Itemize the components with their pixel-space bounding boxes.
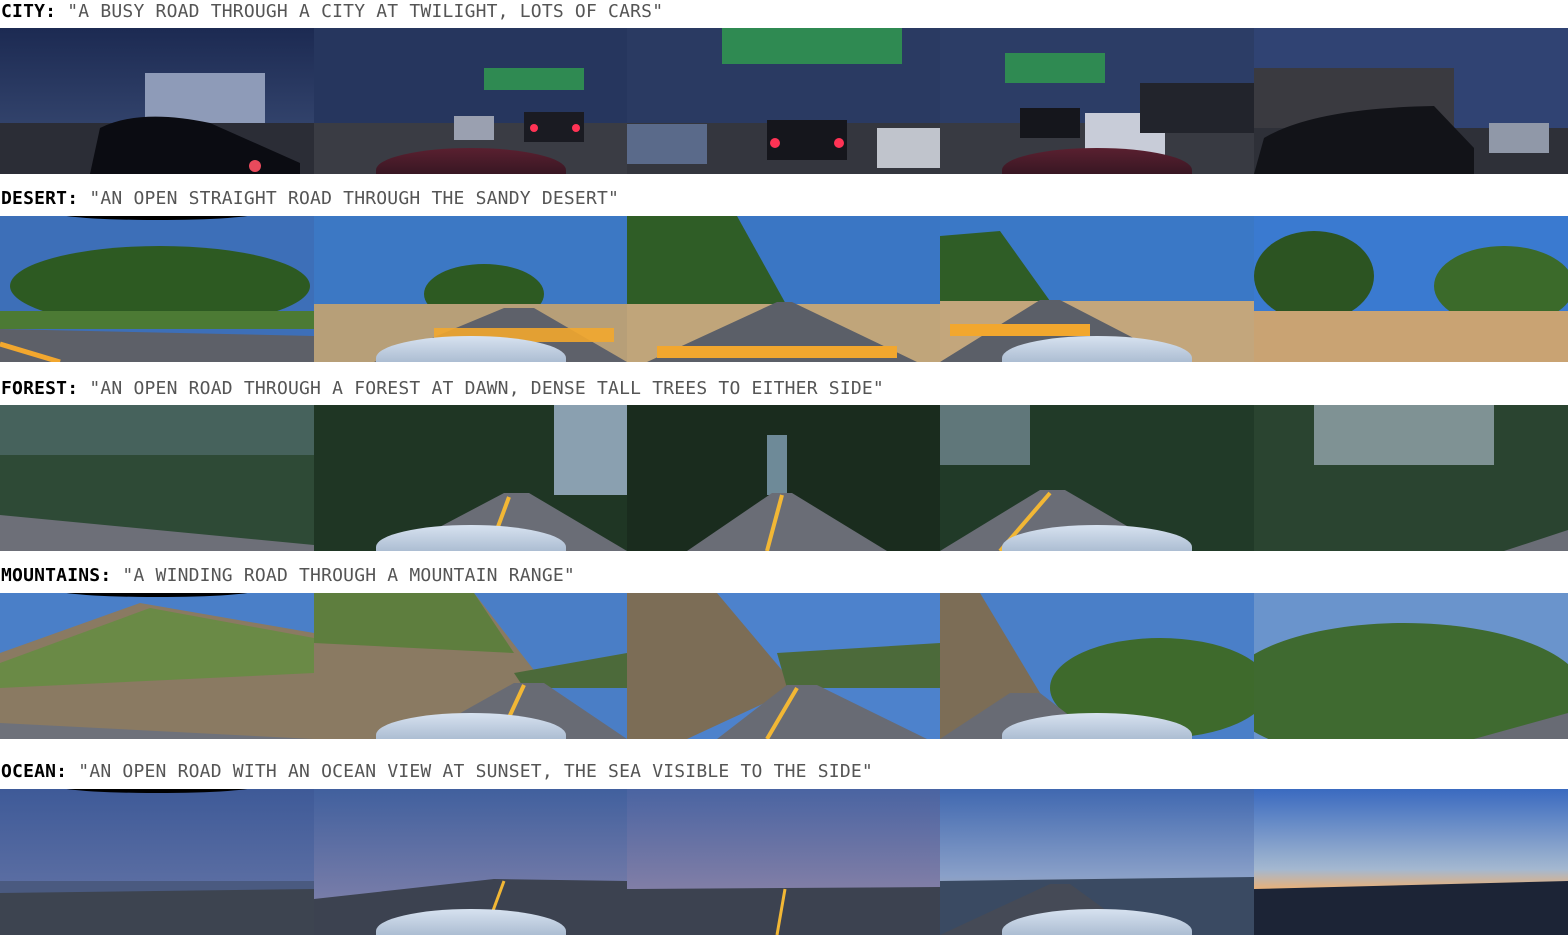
scene-prompt: "A WINDING ROAD THROUGH A MOUNTAIN RANGE…	[122, 565, 575, 586]
frame-ocean-5	[1254, 789, 1568, 935]
frame-city-1	[0, 28, 314, 174]
frame-city-5	[1254, 28, 1568, 174]
frame-desert-2	[314, 216, 627, 362]
frame-city-2	[314, 28, 627, 174]
frame-forest-5	[1254, 405, 1568, 551]
image-strip-forest	[0, 405, 1568, 551]
image-strip-city	[0, 28, 1568, 174]
image-strip-ocean	[0, 789, 1568, 935]
scene-name: MOUNTAINS:	[1, 565, 112, 586]
scene-prompt: "A BUSY ROAD THROUGH A CITY AT TWILIGHT,…	[67, 1, 664, 22]
row-label-desert: DESERT: "AN OPEN STRAIGHT ROAD THROUGH T…	[1, 187, 619, 211]
frame-forest-4	[940, 405, 1254, 551]
frame-mountains-3	[627, 593, 940, 739]
frame-mountains-4	[940, 593, 1254, 739]
scene-prompt: "AN OPEN ROAD THROUGH A FOREST AT DAWN, …	[89, 378, 884, 399]
frame-city-3	[627, 28, 940, 174]
frame-mountains-2	[314, 593, 627, 739]
frame-forest-2	[314, 405, 627, 551]
row-label-forest: FOREST: "AN OPEN ROAD THROUGH A FOREST A…	[1, 377, 884, 401]
scene-name: CITY:	[1, 1, 57, 22]
frame-mountains-1	[0, 593, 314, 739]
scene-name: OCEAN:	[1, 761, 68, 782]
frame-desert-4	[940, 216, 1254, 362]
scene-prompt: "AN OPEN STRAIGHT ROAD THROUGH THE SANDY…	[89, 188, 620, 209]
row-label-ocean: OCEAN: "AN OPEN ROAD WITH AN OCEAN VIEW …	[1, 760, 873, 784]
frame-mountains-5	[1254, 593, 1568, 739]
frame-city-4	[940, 28, 1254, 174]
frame-forest-3	[627, 405, 940, 551]
row-label-city: CITY: "A BUSY ROAD THROUGH A CITY AT TWI…	[1, 0, 663, 24]
frame-forest-1	[0, 405, 314, 551]
frame-ocean-1	[0, 789, 314, 935]
image-strip-desert	[0, 216, 1568, 362]
scene-prompt: "AN OPEN ROAD WITH AN OCEAN VIEW AT SUNS…	[78, 761, 873, 782]
frame-desert-1	[0, 216, 314, 362]
scene-name: FOREST:	[1, 378, 79, 399]
frame-desert-5	[1254, 216, 1568, 362]
scene-name: DESERT:	[1, 188, 79, 209]
frame-ocean-2	[314, 789, 627, 935]
frame-ocean-4	[940, 789, 1254, 935]
image-strip-mountains	[0, 593, 1568, 739]
frame-ocean-3	[627, 789, 940, 935]
row-label-mountains: MOUNTAINS: "A WINDING ROAD THROUGH A MOU…	[1, 564, 575, 588]
frame-desert-3	[627, 216, 940, 362]
